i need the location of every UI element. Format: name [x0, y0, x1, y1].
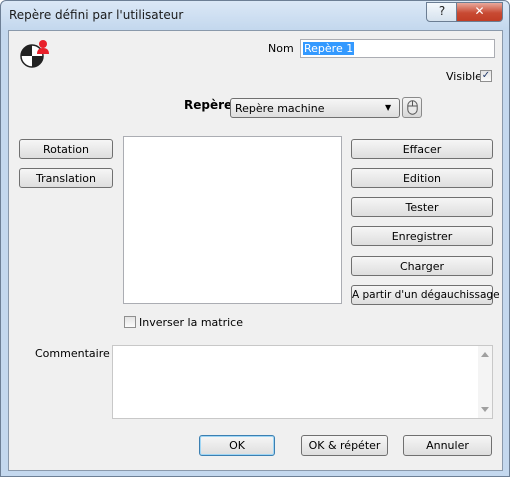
rotation-button[interactable]: Rotation [19, 139, 113, 159]
ok-button[interactable]: OK [199, 435, 275, 456]
dialog-window: Repère défini par l'utilisateur ? ✕ Nom … [0, 0, 510, 477]
invert-matrix-checkbox[interactable] [124, 316, 136, 328]
repere-label: Repère [184, 98, 233, 112]
enregistrer-button[interactable]: Enregistrer [351, 226, 493, 246]
commentaire-scrollbar[interactable] [478, 346, 492, 418]
scroll-up-icon[interactable] [481, 352, 489, 357]
mouse-pick-button[interactable] [402, 97, 422, 118]
invert-matrix-label: Inverser la matrice [139, 316, 243, 329]
charger-button[interactable]: Charger [351, 256, 493, 276]
title-bar[interactable]: Repère défini par l'utilisateur ? ✕ [1, 1, 509, 31]
help-button[interactable]: ? [426, 2, 458, 22]
dialog-client: Nom Repère 1 Visible ✓ Repère Repère mac… [8, 30, 503, 471]
nom-label: Nom [268, 42, 294, 55]
repere-select[interactable]: Repère machine ▼ [230, 98, 400, 118]
commentaire-field[interactable] [112, 345, 493, 419]
ok-repeat-button[interactable]: OK & répéter [301, 435, 388, 456]
mouse-icon [407, 100, 418, 115]
nom-field[interactable]: Repère 1 [300, 39, 495, 58]
chevron-down-icon: ▼ [385, 103, 392, 112]
effacer-button[interactable]: Effacer [351, 139, 493, 159]
translation-button[interactable]: Translation [19, 168, 113, 188]
commentaire-label: Commentaire [35, 347, 110, 360]
close-button[interactable]: ✕ [456, 2, 503, 22]
visible-checkbox[interactable]: ✓ [480, 70, 492, 82]
visible-label: Visible [446, 70, 482, 83]
nom-value: Repère 1 [303, 42, 355, 55]
matrix-list[interactable] [123, 136, 342, 304]
edition-button[interactable]: Edition [351, 168, 493, 188]
tester-button[interactable]: Tester [351, 197, 493, 217]
window-title: Repère défini par l'utilisateur [9, 8, 184, 22]
scroll-down-icon[interactable] [481, 407, 489, 412]
repere-select-value: Repère machine [235, 102, 325, 115]
degauchissage-button[interactable]: A partir d'un dégauchissage [351, 285, 500, 305]
user-frame-icon [20, 40, 49, 68]
cancel-button[interactable]: Annuler [403, 435, 492, 456]
